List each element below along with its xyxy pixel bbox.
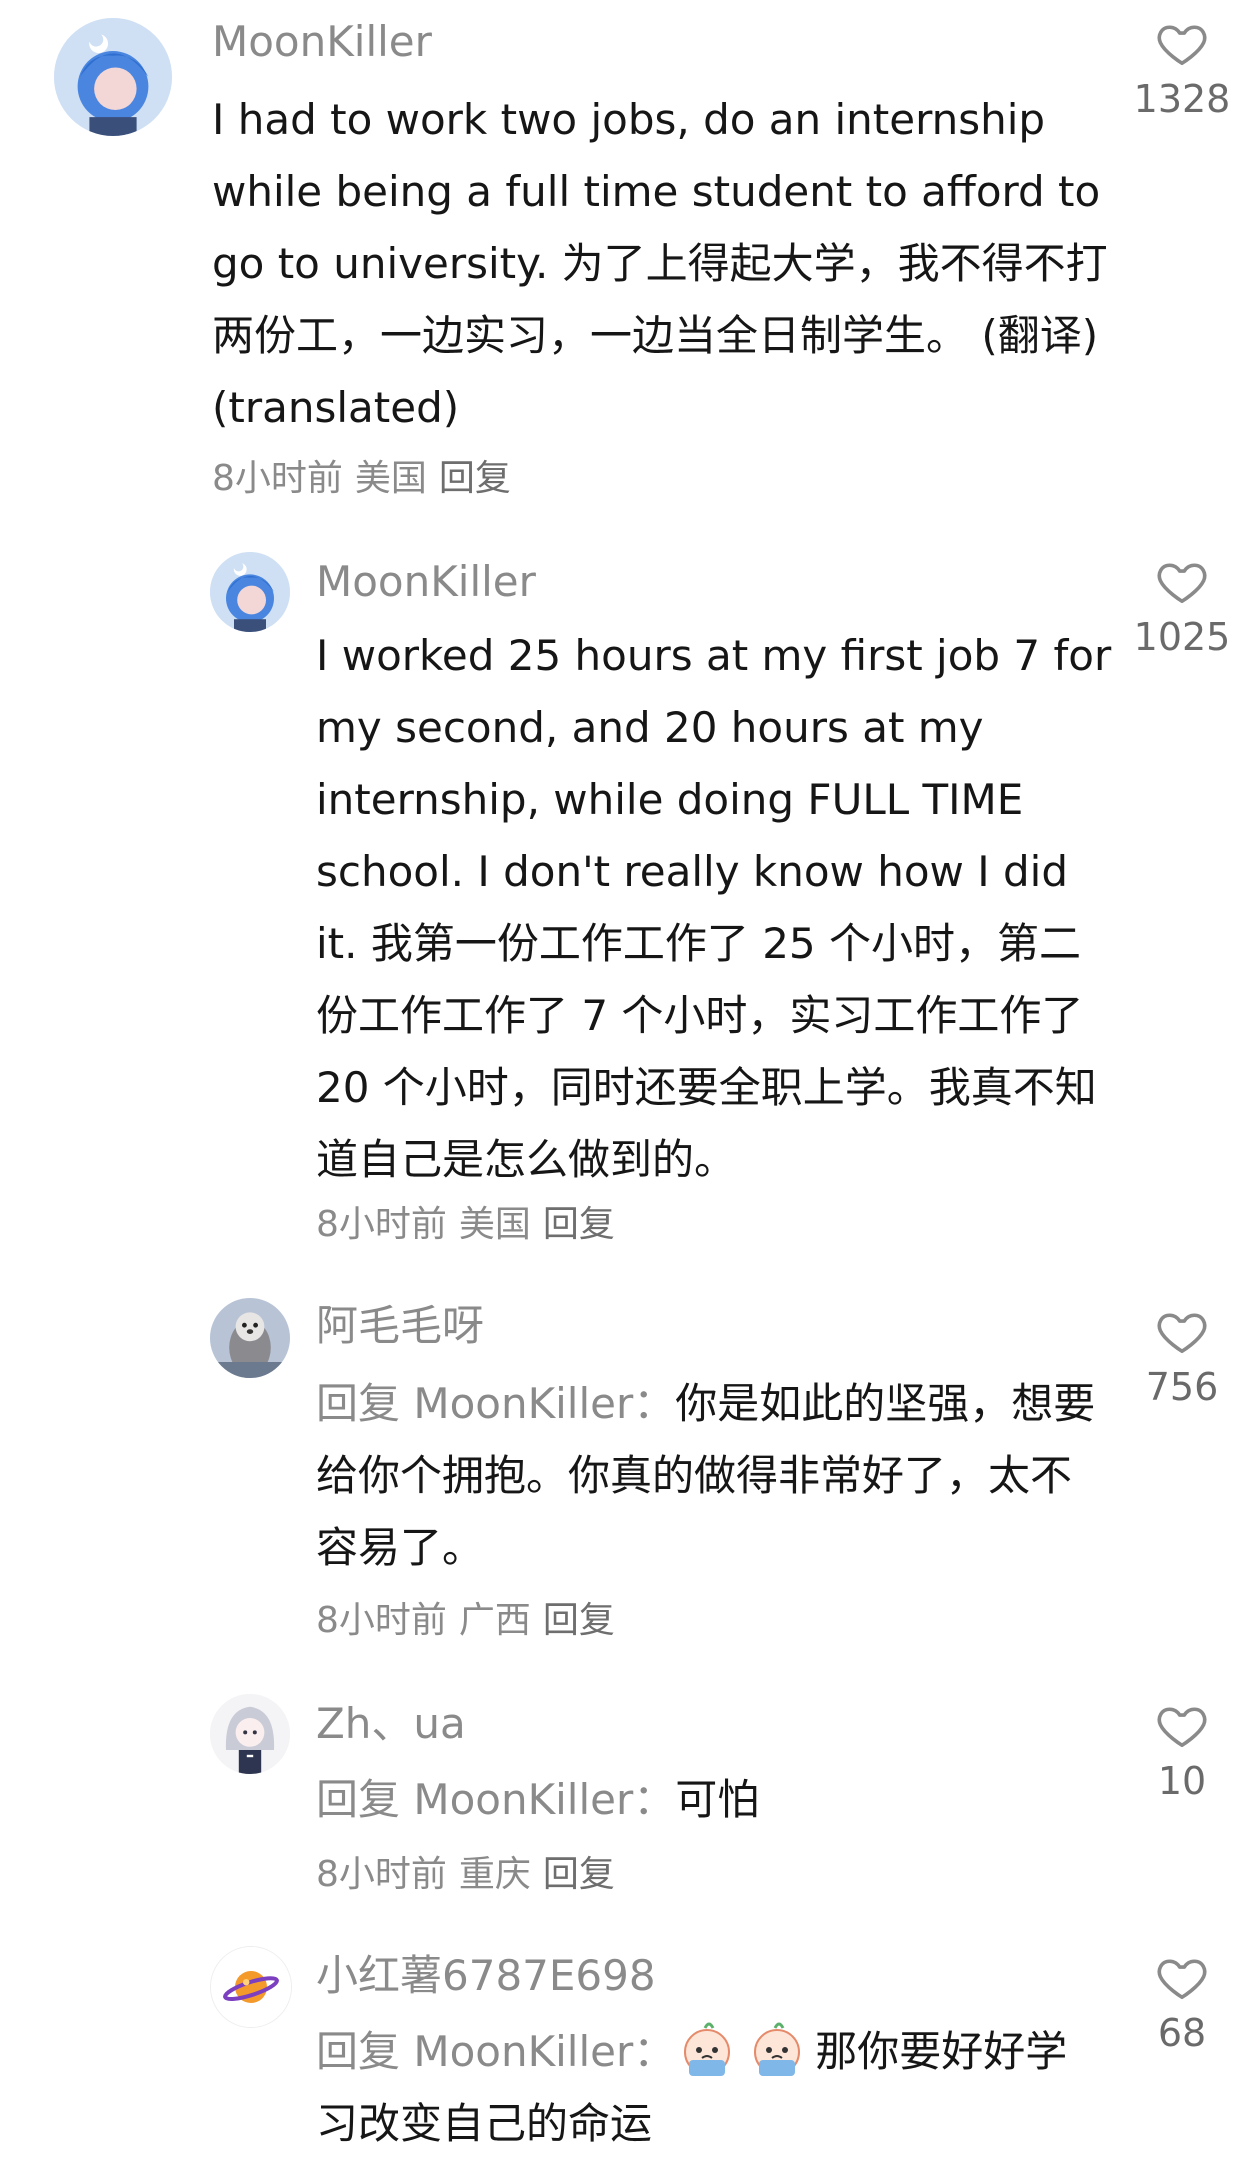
like-count: 756 [1145, 1365, 1219, 1409]
like-count: 10 [1157, 1759, 1207, 1803]
otter-photo-avatar-icon [210, 1298, 290, 1378]
anime-avatar-icon [54, 18, 172, 136]
user-avatar[interactable] [210, 552, 290, 632]
timestamp: 8小时前 [316, 1854, 447, 1895]
reply-to-label[interactable]: 回复 MoonKiller： [316, 1379, 675, 1428]
comment-text: 回复 MoonKiller： 那你要好好学习改变自己的命运 [316, 2016, 1096, 2160]
heart-outline-icon [1157, 1959, 1207, 2000]
username[interactable]: 小红薯6787E698 [316, 1950, 656, 2002]
user-avatar[interactable] [210, 1298, 290, 1378]
reply-button[interactable]: 回复 [543, 1854, 615, 1895]
user-avatar[interactable] [210, 1694, 290, 1774]
location: 美国 [354, 458, 427, 499]
like-count: 1328 [1133, 77, 1231, 121]
comment-content: 可怕 [675, 1775, 760, 1824]
like-button[interactable]: 10 [1122, 1698, 1242, 1804]
location: 广西 [458, 1600, 531, 1641]
user-avatar[interactable] [54, 18, 172, 136]
comment-text: 回复 MoonKiller：你是如此的坚强，想要给你个拥抱。你真的做得非常好了，… [316, 1368, 1096, 1584]
comment-meta: 8小时前 广西 回复 [316, 1598, 627, 1644]
reply-to-label[interactable]: 回复 MoonKiller： [316, 1775, 675, 1824]
anime-avatar-silver-hair-icon [210, 1694, 290, 1774]
reply-button[interactable]: 回复 [439, 458, 511, 499]
anime-avatar-icon [210, 552, 290, 632]
comment-meta: 8小时前 美国 回复 [212, 456, 523, 502]
username[interactable]: MoonKiller [212, 16, 432, 68]
like-count: 68 [1157, 2011, 1207, 2055]
location: 美国 [458, 1204, 531, 1245]
user-avatar[interactable] [210, 1946, 292, 2028]
comment-meta: 8小时前 重庆 回复 [316, 1852, 627, 1898]
heart-outline-icon [1157, 1707, 1207, 1748]
comment-meta: 8小时前 美国 回复 [316, 1202, 627, 1248]
username[interactable]: 阿毛毛呀 [316, 1300, 484, 1352]
like-button[interactable]: 1025 [1122, 554, 1242, 660]
like-button[interactable]: 756 [1122, 1304, 1242, 1410]
reply-to-label[interactable]: 回复 MoonKiller： [316, 2027, 675, 2076]
reply-button[interactable]: 回复 [543, 1204, 615, 1245]
planet-avatar-icon [211, 1947, 291, 2027]
like-button[interactable]: 68 [1122, 1950, 1242, 2056]
comment-text: I had to work two jobs, do an internship… [212, 95, 1108, 432]
comment-text: I worked 25 hours at my first job 7 for … [316, 631, 1112, 1184]
username[interactable]: Zh、ua [316, 1698, 466, 1750]
crying-face-emoji-icon [745, 2018, 809, 2078]
heart-outline-icon [1157, 563, 1207, 604]
reply-button[interactable]: 回复 [543, 1600, 615, 1641]
timestamp: 8小时前 [316, 1600, 447, 1641]
heart-outline-icon [1157, 1313, 1207, 1354]
username[interactable]: MoonKiller [316, 556, 536, 608]
timestamp: 8小时前 [316, 1204, 447, 1245]
like-count: 1025 [1133, 615, 1231, 659]
comment-text: 回复 MoonKiller：可怕 [316, 1764, 1096, 1836]
heart-outline-icon [1157, 25, 1207, 66]
timestamp: 8小时前 [212, 458, 343, 499]
location: 重庆 [458, 1854, 531, 1895]
like-button[interactable]: 1328 [1122, 16, 1242, 122]
crying-face-emoji-icon [675, 2018, 739, 2078]
